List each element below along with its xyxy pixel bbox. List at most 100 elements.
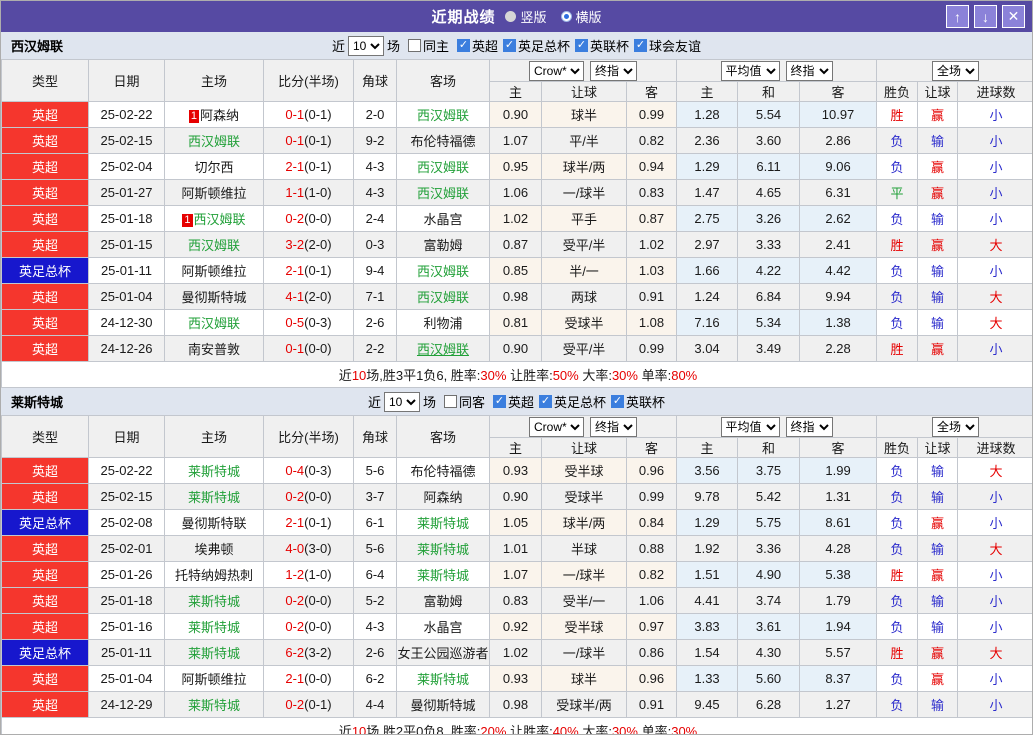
checkbox-checked-icon: ✓ bbox=[611, 395, 624, 408]
final-odds-select-2[interactable]: 终指 bbox=[786, 417, 833, 437]
odds-company-select[interactable]: Crow* bbox=[529, 417, 584, 437]
odds-away-cell: 0.99 bbox=[627, 484, 677, 510]
score-cell: 0-2(0-0) bbox=[264, 614, 354, 640]
table-row: 英超 25-02-01 埃弗顿 4-0(3-0) 5-6 莱斯特城 1.01 半… bbox=[2, 536, 1033, 562]
score-cell: 0-2(0-0) bbox=[264, 588, 354, 614]
corner-cell: 6-1 bbox=[354, 510, 397, 536]
result-cell: 负 bbox=[877, 206, 918, 232]
team-link: 女王公园巡游者 bbox=[397, 646, 488, 661]
checkbox-checked-icon: ✓ bbox=[493, 395, 506, 408]
home-team-cell: 阿斯顿维拉 bbox=[165, 258, 264, 284]
handicap-result-cell: 输 bbox=[918, 536, 958, 562]
odds-away-cell: 1.08 bbox=[627, 310, 677, 336]
home-team-cell: 曼彻斯特联 bbox=[165, 510, 264, 536]
final-odds-select-2[interactable]: 终指 bbox=[786, 61, 833, 81]
score-cell: 0-1(0-1) bbox=[264, 102, 354, 128]
avg-home-cell: 2.97 bbox=[677, 232, 738, 258]
scope-select[interactable]: 全场 bbox=[932, 61, 979, 81]
league-cell: 英超 bbox=[2, 692, 89, 718]
league-filter-checkbox[interactable]: ✓英超 bbox=[493, 392, 534, 411]
avg-draw-cell: 6.84 bbox=[738, 284, 800, 310]
col-score: 比分(半场) bbox=[264, 60, 354, 102]
summary-line: 近10场,胜2平0负8, 胜率:20% 让胜率:40% 大率:30% 单率:30… bbox=[339, 724, 697, 735]
average-select[interactable]: 平均值 bbox=[721, 61, 780, 81]
avg-away-cell: 5.57 bbox=[800, 640, 877, 666]
subcol-result: 胜负 bbox=[877, 438, 918, 458]
date-cell: 24-12-29 bbox=[89, 692, 165, 718]
team-link[interactable]: 西汉姆联 bbox=[417, 342, 469, 357]
handicap-result-cell: 输 bbox=[918, 310, 958, 336]
odds-away-cell: 1.02 bbox=[627, 232, 677, 258]
final-odds-select-1[interactable]: 终指 bbox=[590, 61, 637, 81]
avg-home-cell: 4.41 bbox=[677, 588, 738, 614]
matches-body: 英超 25-02-22 1阿森纳 0-1(0-1) 2-0 西汉姆联 0.90 … bbox=[2, 102, 1033, 362]
league-cell: 英足总杯 bbox=[2, 640, 89, 666]
handicap-result-cell: 赢 bbox=[918, 102, 958, 128]
league-filter-checkbox[interactable]: ✓英超 bbox=[457, 36, 498, 55]
away-team-cell: 莱斯特城 bbox=[397, 562, 490, 588]
league-filter-checkbox[interactable]: ✓英足总杯 bbox=[539, 392, 606, 411]
corner-cell: 3-7 bbox=[354, 484, 397, 510]
score-cell: 1-1(1-0) bbox=[264, 180, 354, 206]
table-row: 英超 25-01-15 西汉姆联 3-2(2-0) 0-3 富勒姆 0.87 受… bbox=[2, 232, 1033, 258]
odds-home-cell: 0.90 bbox=[490, 336, 542, 362]
table-row: 英超 25-01-26 托特纳姆热刺 1-2(1-0) 6-4 莱斯特城 1.0… bbox=[2, 562, 1033, 588]
average-select[interactable]: 平均值 bbox=[721, 417, 780, 437]
league-filter-checkbox[interactable]: ✓英联杯 bbox=[611, 392, 665, 411]
summary-row: 近10场,胜2平0负8, 胜率:20% 让胜率:40% 大率:30% 单率:30… bbox=[2, 718, 1033, 735]
same-venue-checkbox[interactable]: 同客 bbox=[444, 392, 485, 411]
odds-handicap-cell: 受半球 bbox=[542, 614, 627, 640]
corner-cell: 4-4 bbox=[354, 692, 397, 718]
odds-away-cell: 0.82 bbox=[627, 128, 677, 154]
games-count-select[interactable]: 10 bbox=[384, 392, 420, 412]
col-score: 比分(半场) bbox=[264, 416, 354, 458]
close-button[interactable]: ✕ bbox=[1002, 5, 1025, 28]
radio-vertical-layout[interactable]: 竖版 bbox=[505, 7, 546, 26]
away-team-cell: 女王公园巡游者 bbox=[397, 640, 490, 666]
league-filter-checkbox[interactable]: ✓球会友谊 bbox=[634, 36, 701, 55]
handicap-result-cell: 输 bbox=[918, 206, 958, 232]
table-row: 英超 25-02-22 1阿森纳 0-1(0-1) 2-0 西汉姆联 0.90 … bbox=[2, 102, 1033, 128]
date-cell: 24-12-26 bbox=[89, 336, 165, 362]
odds-company-group: Crow* 终指 bbox=[490, 416, 677, 438]
odds-handicap-cell: 受半/一 bbox=[542, 588, 627, 614]
col-home: 主场 bbox=[165, 60, 264, 102]
corner-cell: 5-6 bbox=[354, 536, 397, 562]
away-team-cell: 莱斯特城 bbox=[397, 536, 490, 562]
result-cell: 负 bbox=[877, 458, 918, 484]
odds-company-select[interactable]: Crow* bbox=[529, 61, 584, 81]
same-venue-checkbox[interactable]: 同主 bbox=[408, 36, 449, 55]
matches-table: 类型 日期 主场 比分(半场) 角球 客场 Crow* 终指 平均值 bbox=[1, 59, 1033, 388]
result-cell: 负 bbox=[877, 258, 918, 284]
league-filter-checkbox[interactable]: ✓英联杯 bbox=[575, 36, 629, 55]
table-header: 类型 日期 主场 比分(半场) 角球 客场 Crow* 终指 平均值 bbox=[2, 60, 1033, 102]
away-team-section: 莱斯特城 近 10 场 同客 ✓英超✓英足总杯✓英联杯 类 bbox=[1, 388, 1032, 735]
subcol-avg-draw: 和 bbox=[738, 82, 800, 102]
col-home: 主场 bbox=[165, 416, 264, 458]
avg-home-cell: 7.16 bbox=[677, 310, 738, 336]
col-corner: 角球 bbox=[354, 416, 397, 458]
corner-cell: 5-6 bbox=[354, 458, 397, 484]
radio-horizontal-layout[interactable]: 横版 bbox=[561, 7, 602, 26]
subcol-handicap-result: 让球 bbox=[918, 438, 958, 458]
odds-home-cell: 0.98 bbox=[490, 284, 542, 310]
subcol-handicap: 让球 bbox=[542, 438, 627, 458]
filter-controls: 近 10 场 同主 ✓英超✓英足总杯✓英联杯✓球会友谊 bbox=[332, 36, 701, 56]
scope-select[interactable]: 全场 bbox=[932, 417, 979, 437]
home-team-cell: 阿斯顿维拉 bbox=[165, 180, 264, 206]
home-team-cell: 1阿森纳 bbox=[165, 102, 264, 128]
move-up-button[interactable]: ↑ bbox=[946, 5, 969, 28]
avg-home-cell: 2.36 bbox=[677, 128, 738, 154]
move-down-button[interactable]: ↓ bbox=[974, 5, 997, 28]
league-filter-checkbox[interactable]: ✓英足总杯 bbox=[503, 36, 570, 55]
away-team-cell: 曼彻斯特城 bbox=[397, 692, 490, 718]
col-type: 类型 bbox=[2, 60, 89, 102]
league-cell: 英超 bbox=[2, 562, 89, 588]
odds-handicap-cell: 球半/两 bbox=[542, 510, 627, 536]
final-odds-select-1[interactable]: 终指 bbox=[590, 417, 637, 437]
date-cell: 25-02-22 bbox=[89, 102, 165, 128]
games-count-select[interactable]: 10 bbox=[348, 36, 384, 56]
home-team-cell: 1西汉姆联 bbox=[165, 206, 264, 232]
avg-away-cell: 1.27 bbox=[800, 692, 877, 718]
table-row: 英超 25-01-04 阿斯顿维拉 2-1(0-0) 6-2 莱斯特城 0.93… bbox=[2, 666, 1033, 692]
